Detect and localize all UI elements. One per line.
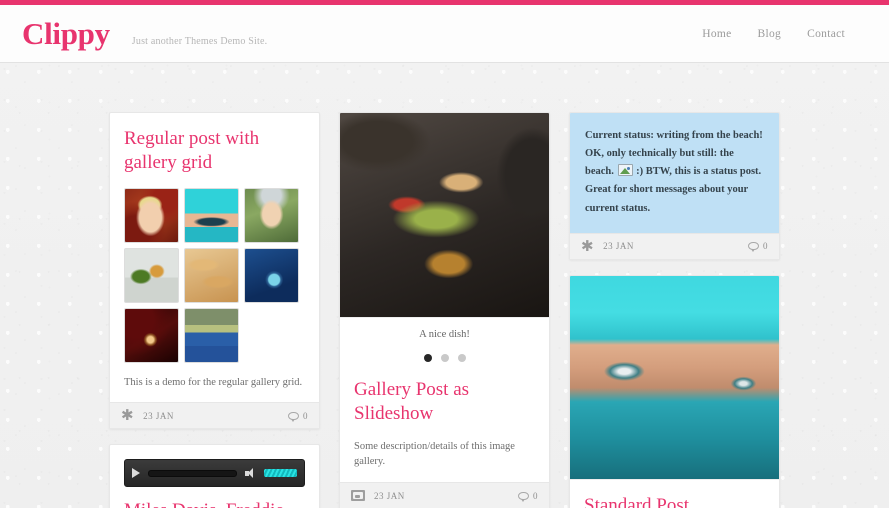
post-card-gallery-grid[interactable]: Regular post with gallery grid This is a… (109, 112, 320, 430)
comment-bubble-icon (748, 242, 759, 253)
post-meta: ✱ 23 JAN 0 (570, 232, 779, 259)
slideshow-dots (340, 340, 549, 378)
post-body: Standard Post Aenean eu leo quam. Pellen… (570, 480, 779, 508)
post-card-audio[interactable]: Miles Davis, Freddie (109, 444, 320, 508)
nav-item-contact[interactable]: Contact (807, 28, 845, 40)
comment-bubble-icon (288, 411, 299, 422)
asterisk-icon: ✱ (581, 238, 595, 255)
post-body: Gallery Post as Slideshow Some descripti… (340, 378, 549, 482)
audio-progress-slider[interactable] (148, 469, 237, 477)
post-title[interactable]: Regular post with gallery grid (124, 127, 305, 176)
gallery-thumb-blonde-woman-autumn-leaves[interactable] (124, 187, 179, 243)
posts-grid: Regular post with gallery grid This is a… (0, 63, 889, 508)
gallery-thumb-sushi-and-salad-lunchbox[interactable] (124, 247, 179, 303)
post-date: 23 JAN (374, 490, 405, 501)
slideshow-image-stir-fry-dish-in-black-bowl[interactable] (340, 113, 549, 318)
audio-player[interactable] (124, 459, 305, 488)
post-card-standard[interactable]: Standard Post Aenean eu leo quam. Pellen… (569, 274, 780, 508)
gallery-thumb-blue-water-droplet[interactable] (244, 247, 299, 303)
picture-icon (351, 490, 365, 502)
broken-image-placeholder-icon (617, 164, 633, 177)
brand[interactable]: Clippy Just another Themes Demo Site. (22, 18, 267, 49)
site-tagline: Just another Themes Demo Site. (131, 36, 268, 47)
post-meta-comments[interactable]: 0 (518, 490, 538, 502)
post-body: Regular post with gallery grid This is a… (110, 113, 319, 402)
gallery-thumb-fresh-baguette-bread[interactable] (184, 247, 239, 303)
gallery-thumb-disco-ball-red-light[interactable] (124, 307, 179, 363)
post-meta-comments[interactable]: 0 (748, 241, 768, 253)
slideshow-caption: A nice dish! (419, 329, 470, 340)
post-title[interactable]: Miles Davis, Freddie (124, 499, 305, 508)
slideshow-dot-2[interactable] (440, 354, 449, 362)
asterisk-icon: ✱ (121, 408, 135, 425)
gallery-thumb-eyes-behind-turquoise-scarf[interactable] (184, 187, 239, 243)
comment-bubble-icon (518, 491, 529, 502)
slideshow-dot-3[interactable] (457, 354, 466, 362)
slideshow-dot-1[interactable] (423, 354, 432, 362)
post-title[interactable]: Gallery Post as Slideshow (354, 378, 535, 427)
post-meta: 23 JAN 0 (340, 482, 549, 508)
post-meta-comments[interactable]: 0 (288, 410, 308, 422)
post-date: 23 JAN (143, 410, 174, 421)
column-middle: A nice dish! Gallery Post as Slideshow S… (339, 112, 550, 508)
post-meta-left: ✱ 23 JAN (121, 408, 174, 425)
post-date: 23 JAN (603, 241, 634, 252)
post-meta-left: ✱ 23 JAN (581, 239, 634, 254)
site-title[interactable]: Clippy (22, 18, 110, 49)
column-right: Current status: writing from the beach! … (569, 112, 780, 508)
post-body: Miles Davis, Freddie (110, 445, 319, 508)
comment-count: 0 (533, 490, 538, 501)
gallery-thumb-young-girl-with-crown[interactable] (244, 187, 299, 243)
post-image-woman-with-turquoise-headscarf[interactable] (570, 275, 779, 480)
post-meta-left: 23 JAN (351, 490, 405, 502)
main-navigation: Home Blog Contact (702, 28, 845, 40)
gallery-grid (124, 187, 305, 363)
post-card-status[interactable]: Current status: writing from the beach! … (569, 112, 780, 260)
volume-slider[interactable] (264, 469, 297, 478)
post-excerpt: This is a demo for the regular gallery g… (124, 376, 303, 388)
comment-count: 0 (763, 241, 768, 252)
post-card-slideshow[interactable]: A nice dish! Gallery Post as Slideshow S… (339, 112, 550, 508)
comment-count: 0 (303, 410, 308, 421)
status-text: Current status: writing from the beach! … (570, 113, 779, 233)
volume-icon[interactable] (245, 467, 256, 479)
post-title[interactable]: Standard Post (584, 494, 765, 508)
post-excerpt: Some description/details of this image g… (354, 440, 515, 468)
site-header: Clippy Just another Themes Demo Site. Ho… (0, 5, 889, 63)
gallery-thumb-track-runners-on-blue-track[interactable] (184, 307, 239, 363)
play-icon[interactable] (132, 468, 140, 479)
nav-item-blog[interactable]: Blog (758, 28, 782, 40)
column-left: Regular post with gallery grid This is a… (109, 112, 320, 508)
post-meta: ✱ 23 JAN 0 (110, 402, 319, 429)
nav-item-home[interactable]: Home (702, 28, 731, 40)
